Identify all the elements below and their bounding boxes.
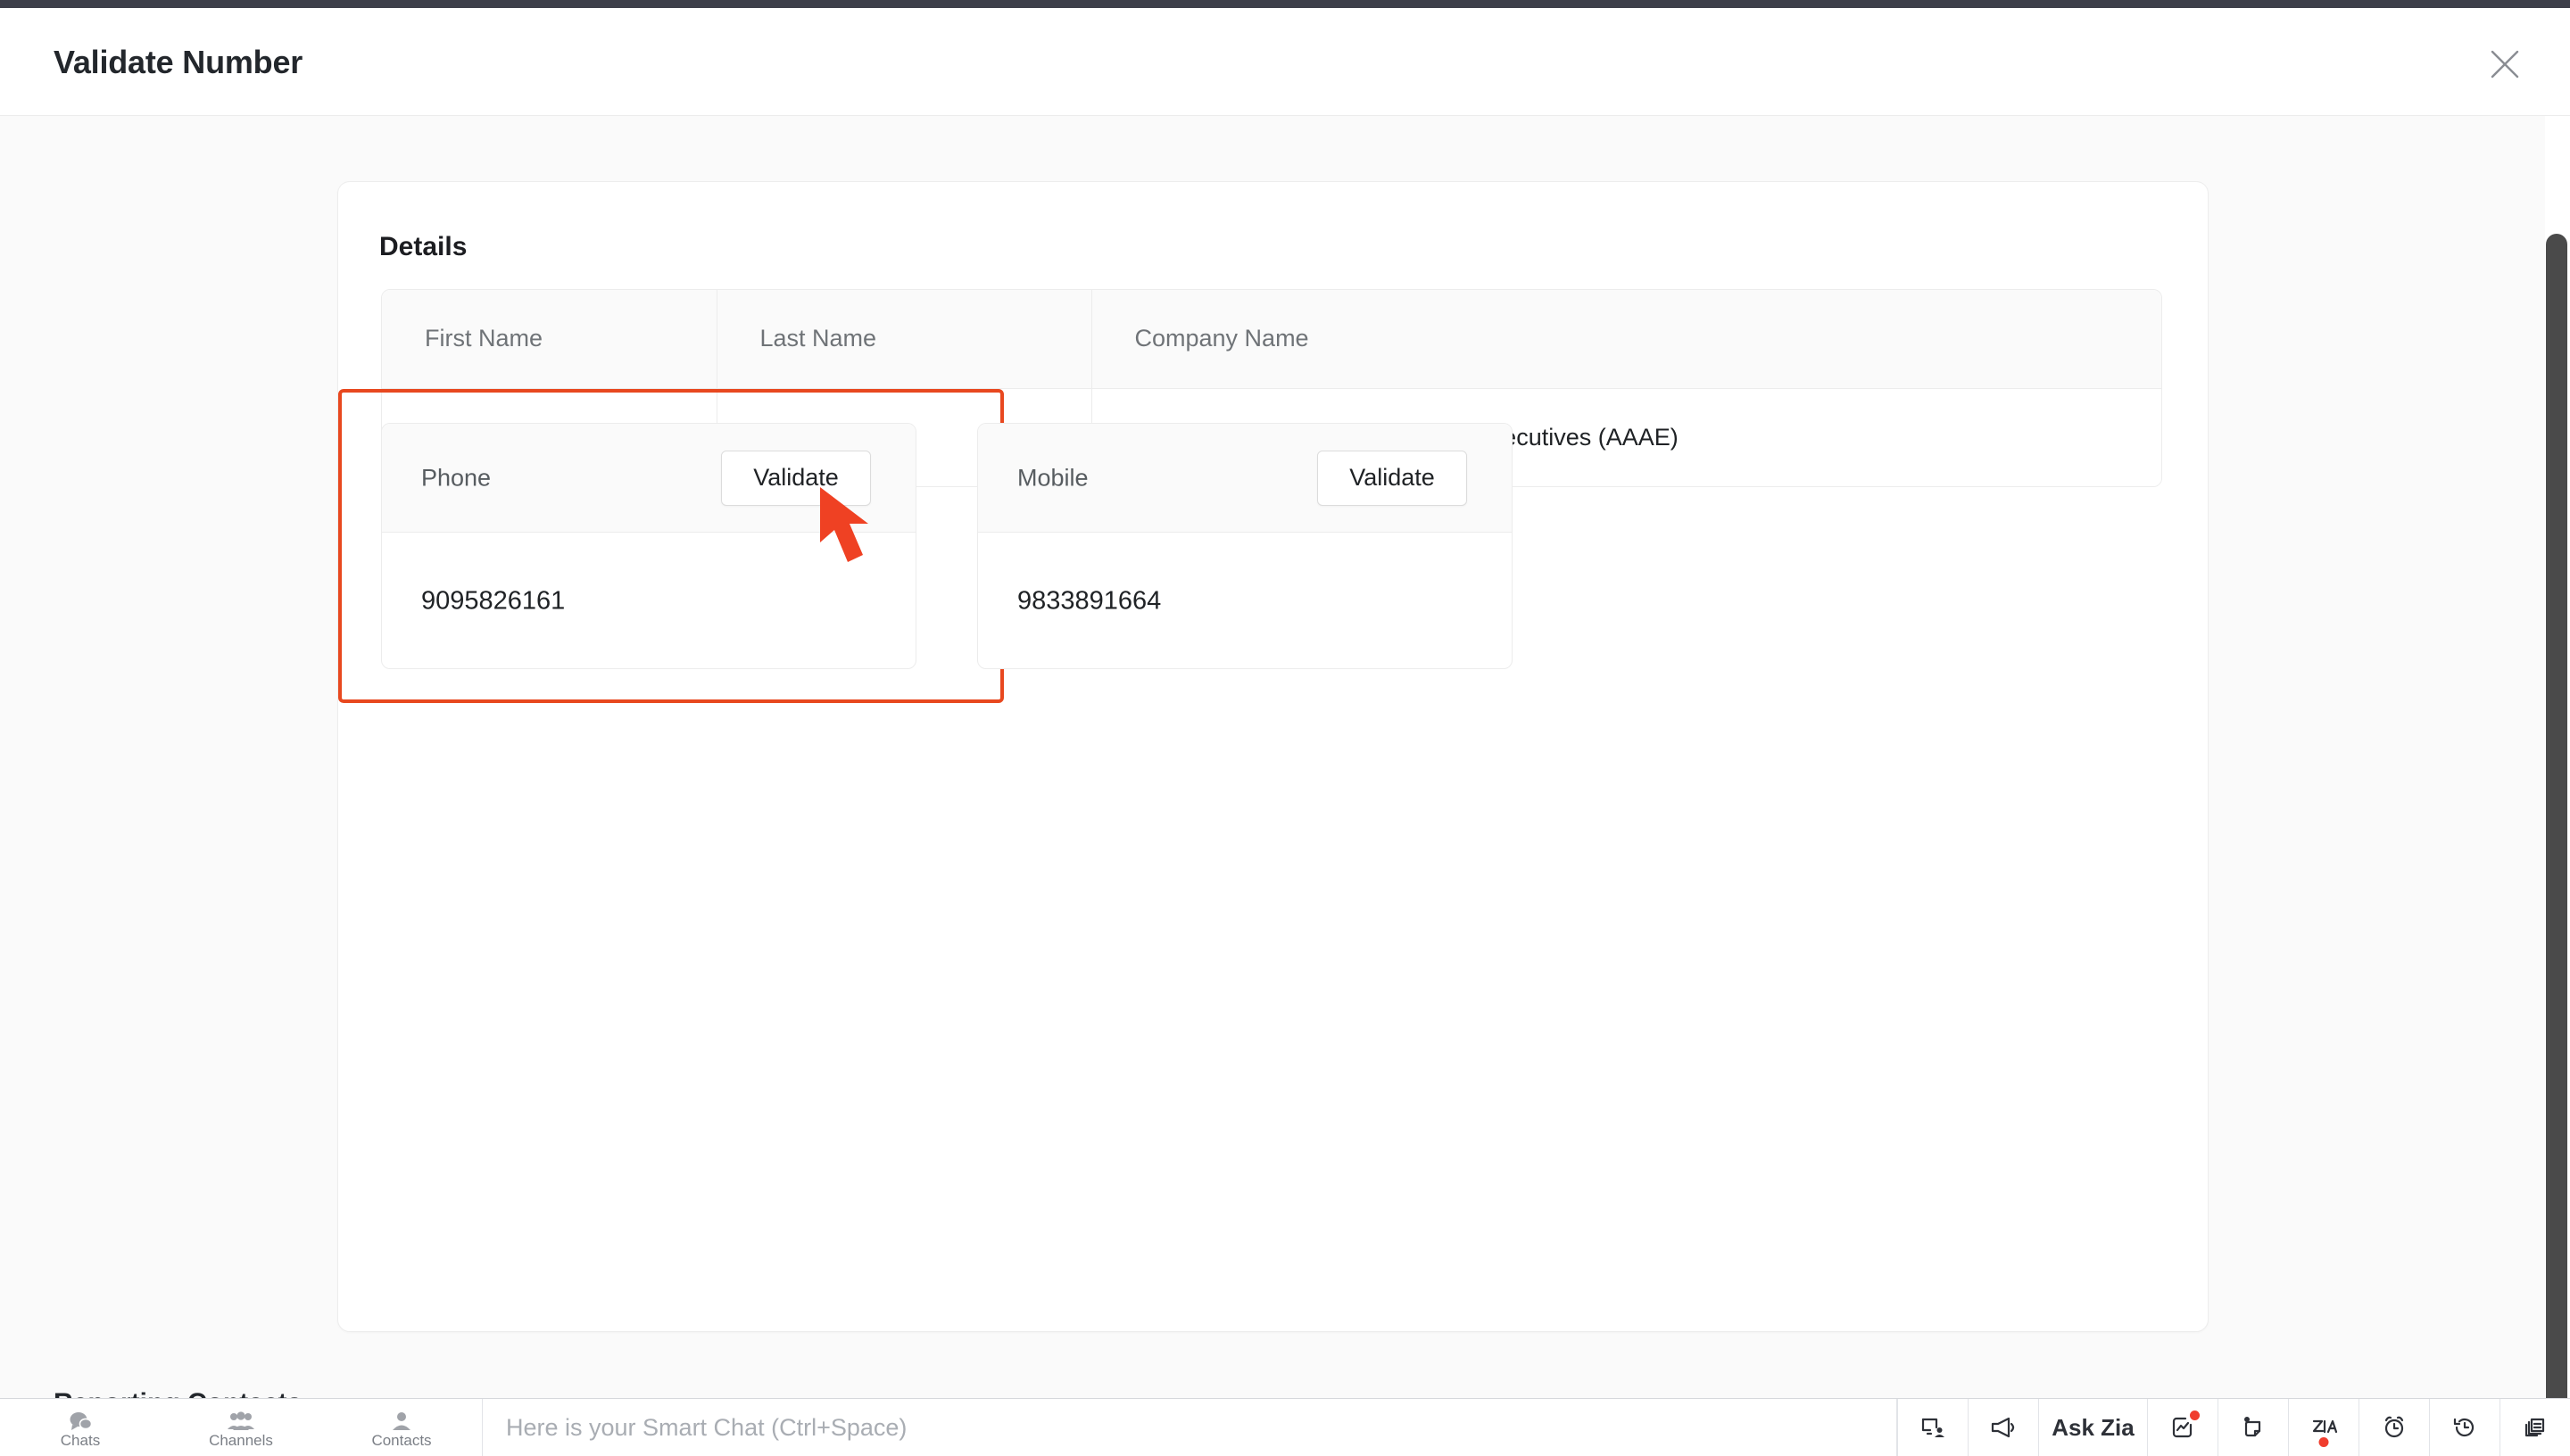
search-input[interactable]: [506, 1413, 1873, 1442]
section-title: Details: [379, 232, 468, 261]
history-clock-icon[interactable]: [2429, 1399, 2500, 1456]
mobile-card-header: Mobile Validate: [978, 424, 1512, 533]
cards-stack-icon[interactable]: [2500, 1399, 2570, 1456]
announcement-megaphone-icon[interactable]: [1968, 1399, 2038, 1456]
taskbar-action-buttons: Ask Zia: [1897, 1399, 2570, 1456]
people-group-icon: [228, 1408, 254, 1431]
chat-bubbles-icon: [69, 1408, 92, 1431]
mobile-number-value: 9833891664: [1017, 586, 1162, 615]
vertical-scrollbar-track[interactable]: [2545, 116, 2570, 1456]
table-header-row: First Name Last Name Company Name: [382, 290, 2161, 389]
validate-mobile-button[interactable]: Validate: [1317, 450, 1467, 506]
analytics-chart-icon[interactable]: [2147, 1399, 2218, 1456]
phone-value-row: 9095826161: [382, 533, 916, 668]
mobile-validation-card: Mobile Validate 9833891664: [977, 423, 1513, 669]
mobile-value-row: 9833891664: [978, 533, 1512, 668]
page-title: Validate Number: [54, 44, 303, 80]
person-icon: [392, 1408, 411, 1431]
ask-zia-button[interactable]: Ask Zia: [2038, 1399, 2147, 1456]
taskbar-tab-channels-label: Channels: [209, 1431, 273, 1449]
phone-label: Phone: [421, 464, 492, 491]
mobile-label: Mobile: [1017, 464, 1089, 491]
phone-number-value: 9095826161: [421, 586, 566, 615]
taskbar-tab-chats[interactable]: Chats: [0, 1399, 161, 1456]
bottom-taskbar: Chats Channels Contacts Here is your Sma…: [0, 1398, 2570, 1456]
screen-share-icon[interactable]: [1897, 1399, 1968, 1456]
taskbar-tabs: Chats Channels Contacts: [0, 1399, 482, 1456]
window-top-strip: [0, 0, 2570, 8]
zia-badge-dot: [2318, 1437, 2329, 1447]
notes-icon[interactable]: [2218, 1399, 2288, 1456]
taskbar-tab-channels[interactable]: Channels: [161, 1399, 321, 1456]
validate-phone-button[interactable]: Validate: [721, 450, 871, 506]
close-icon[interactable]: [2481, 40, 2529, 88]
taskbar-tab-chats-label: Chats: [60, 1431, 101, 1449]
alarm-clock-icon[interactable]: [2359, 1399, 2429, 1456]
modal-header: Validate Number: [0, 8, 2570, 116]
taskbar-tab-contacts-label: Contacts: [371, 1431, 432, 1449]
modal-body: Details First Name Last Name Company Nam…: [0, 116, 2570, 1398]
taskbar-tab-contacts[interactable]: Contacts: [321, 1399, 482, 1456]
column-header-last-name: Last Name: [717, 290, 1092, 389]
column-header-company-name: Company Name: [1091, 290, 2161, 389]
ask-zia-label: Ask Zia: [2052, 1413, 2135, 1441]
zia-logo-icon[interactable]: [2288, 1399, 2359, 1456]
smart-chat-search[interactable]: [482, 1399, 1897, 1456]
vertical-scrollbar-thumb[interactable]: [2546, 234, 2567, 1456]
phone-validation-card: Phone Validate 9095826161: [381, 423, 916, 669]
phone-card-header: Phone Validate: [382, 424, 916, 533]
analytics-badge-dot: [2190, 1410, 2200, 1420]
column-header-first-name: First Name: [382, 290, 717, 389]
app-root: Validate Number Details First Name Last …: [0, 0, 2570, 1456]
details-panel: Details First Name Last Name Company Nam…: [337, 181, 2209, 1332]
